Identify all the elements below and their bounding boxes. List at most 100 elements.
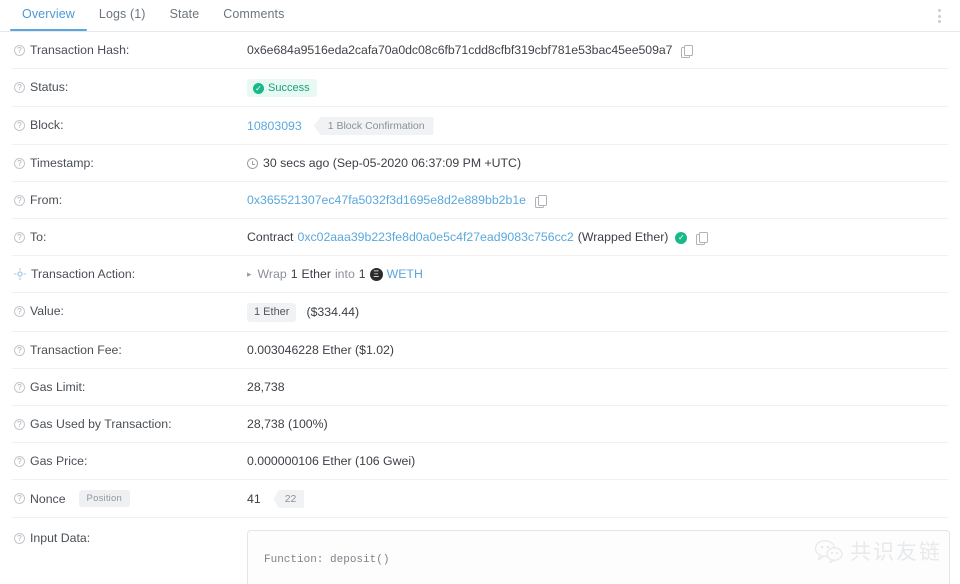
copy-icon[interactable] — [696, 231, 709, 245]
row-transaction-hash: ? Transaction Hash: 0x6e684a9516eda2cafa… — [12, 32, 948, 69]
tab-comments-label: Comments — [223, 7, 285, 21]
value-timestamp: 30 secs ago (Sep-05-2020 06:37:09 PM +UT… — [247, 155, 948, 172]
label-status: ? Status: — [12, 79, 247, 95]
label-from: ? From: — [12, 192, 247, 208]
block-confirmation-badge: 1 Block Confirmation — [313, 117, 434, 135]
from-address-link[interactable]: 0x365521307ec47fa5032f3d1695e8d2e889bb2b… — [247, 192, 526, 209]
help-icon[interactable]: ? — [14, 305, 25, 317]
nonce-position-value: 22 — [273, 490, 305, 508]
label-gas-limit: ? Gas Limit: — [12, 379, 247, 395]
tab-state[interactable]: State — [158, 0, 212, 30]
clock-icon — [247, 158, 258, 169]
label-text: Input Data: — [30, 531, 91, 545]
status-badge: ✓ Success — [247, 79, 317, 97]
label-transaction-hash: ? Transaction Hash: — [12, 42, 247, 58]
label-transaction-action: Transaction Action: — [12, 266, 247, 282]
value-fiat: ($334.44) — [306, 305, 360, 319]
value-block: 10803093 1 Block Confirmation — [247, 117, 948, 135]
help-icon[interactable]: ? — [14, 194, 25, 206]
row-gas-price: ? Gas Price: 0.000000106 Ether (106 Gwei… — [12, 443, 948, 480]
label-to: ? To: — [12, 229, 247, 245]
label-text: From: — [30, 193, 63, 207]
label-text: Gas Limit: — [30, 380, 86, 394]
copy-icon[interactable] — [681, 44, 694, 58]
label-text: Value: — [30, 304, 64, 318]
weth-token-icon: Ξ — [369, 268, 383, 281]
value-gas-limit: 28,738 — [247, 380, 285, 394]
value-gas-used: 28,738 (100%) — [247, 417, 328, 431]
position-badge-label: Position — [78, 490, 130, 507]
label-text: Transaction Hash: — [30, 43, 130, 57]
tab-state-label: State — [169, 7, 200, 21]
help-icon[interactable]: ? — [14, 532, 25, 544]
label-text: Nonce — [30, 491, 66, 506]
block-number-link[interactable]: 10803093 — [247, 118, 302, 135]
status-text: Success — [268, 82, 310, 94]
help-icon[interactable]: ? — [14, 418, 25, 430]
value-transaction-action: ▸ Wrap 1 Ether into 1 Ξ WETH — [247, 266, 948, 283]
row-value: ? Value: 1 Ether ($334.44) — [12, 293, 948, 332]
value-status: ✓ Success — [247, 79, 948, 97]
action-amount-out: 1 — [358, 267, 366, 281]
chevron-right-icon: ▸ — [247, 269, 252, 279]
action-token-in: Ether — [301, 267, 331, 281]
label-text: Timestamp: — [30, 156, 94, 170]
transaction-hash-text: 0x6e684a9516eda2cafa70a0dc08c6fb71cdd8cf… — [247, 43, 673, 57]
tab-bar: Overview Logs (1) State Comments — [0, 0, 960, 32]
tab-overview-label: Overview — [22, 7, 75, 21]
detail-rows: ? Transaction Hash: 0x6e684a9516eda2cafa… — [0, 32, 960, 584]
row-timestamp: ? Timestamp: 30 secs ago (Sep-05-2020 06… — [12, 145, 948, 182]
help-icon[interactable]: ? — [14, 157, 25, 169]
timestamp-text: 30 secs ago (Sep-05-2020 06:37:09 PM +UT… — [263, 156, 522, 170]
row-block: ? Block: 10803093 1 Block Confirmation — [12, 107, 948, 145]
value-amount: 1 Ether ($334.44) — [247, 303, 948, 322]
help-icon[interactable]: ? — [14, 231, 25, 243]
input-data-methodid-line: MethodID: 0xd0e30db0 — [264, 575, 933, 584]
row-nonce: ? Nonce Position 41 22 — [12, 480, 948, 518]
tab-logs-label: Logs (1) — [98, 7, 146, 21]
label-value: ? Value: — [12, 303, 247, 319]
value-transaction-hash: 0x6e684a9516eda2cafa70a0dc08c6fb71cdd8cf… — [247, 42, 948, 59]
label-gas-used: ? Gas Used by Transaction: — [12, 416, 247, 432]
input-data-textarea[interactable]: Function: deposit() MethodID: 0xd0e30db0 — [247, 530, 950, 584]
transaction-details-page: Overview Logs (1) State Comments ? Trans… — [0, 0, 960, 584]
row-from: ? From: 0x365521307ec47fa5032f3d1695e8d2… — [12, 182, 948, 219]
row-status: ? Status: ✓ Success — [12, 69, 948, 107]
action-token-out-link[interactable]: WETH — [387, 266, 423, 283]
value-nonce: 41 22 — [247, 490, 948, 508]
label-text: Gas Used by Transaction: — [30, 417, 172, 431]
label-block: ? Block: — [12, 117, 247, 133]
tab-overview[interactable]: Overview — [10, 0, 87, 31]
help-icon[interactable]: ? — [14, 44, 25, 56]
help-icon[interactable]: ? — [14, 493, 25, 504]
label-text: Transaction Fee: — [30, 343, 122, 357]
action-connector: into — [334, 267, 355, 281]
tab-comments[interactable]: Comments — [211, 0, 296, 30]
help-icon[interactable]: ? — [14, 119, 25, 131]
help-icon[interactable]: ? — [14, 344, 25, 356]
label-text: Gas Price: — [30, 454, 88, 468]
label-text: Transaction Action: — [31, 267, 136, 281]
check-circle-icon: ✓ — [253, 82, 264, 94]
label-transaction-fee: ? Transaction Fee: — [12, 342, 247, 358]
help-icon[interactable]: ? — [14, 81, 25, 93]
label-gas-price: ? Gas Price: — [12, 453, 247, 469]
help-icon[interactable]: ? — [14, 455, 25, 467]
copy-icon[interactable] — [535, 194, 548, 208]
value-chip: 1 Ether — [247, 303, 297, 322]
row-gas-used: ? Gas Used by Transaction: 28,738 (100%) — [12, 406, 948, 443]
label-text: Block: — [30, 118, 64, 132]
value-to: Contract 0xc02aaa39b223fe8d0a0e5c4f27ead… — [247, 229, 948, 246]
input-data-function-line: Function: deposit() — [264, 554, 390, 566]
value-gas-price: 0.000000106 Ether (106 Gwei) — [247, 454, 416, 468]
label-text: Status: — [30, 80, 69, 94]
value-transaction-fee: 0.003046228 Ether ($1.02) — [247, 343, 394, 357]
tab-logs[interactable]: Logs (1) — [87, 0, 158, 30]
more-options-icon[interactable] — [930, 6, 948, 26]
to-prefix: Contract — [247, 230, 294, 244]
row-transaction-action: Transaction Action: ▸ Wrap 1 Ether into … — [12, 256, 948, 293]
row-to: ? To: Contract 0xc02aaa39b223fe8d0a0e5c4… — [12, 219, 948, 256]
label-nonce: ? Nonce Position — [12, 490, 247, 507]
to-contract-address-link[interactable]: 0xc02aaa39b223fe8d0a0e5c4f27ead9083c756c… — [297, 229, 573, 246]
help-icon[interactable]: ? — [14, 381, 25, 393]
